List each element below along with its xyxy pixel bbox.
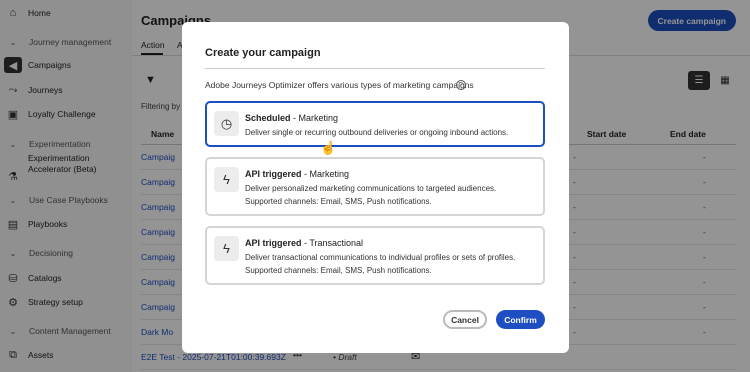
- dialog-description: Adobe Journeys Optimizer offers various …: [205, 80, 474, 90]
- card-title: API triggered - Transactional: [245, 238, 364, 248]
- clock-icon: ◷: [214, 111, 239, 136]
- card-title: API triggered - Marketing: [245, 169, 350, 179]
- confirm-button[interactable]: Confirm: [496, 310, 545, 329]
- card-description: Deliver personalized marketing communica…: [245, 184, 497, 206]
- dialog-divider: [205, 68, 545, 69]
- card-description: Deliver transactional communications to …: [245, 253, 516, 275]
- campaign-type-api-triggered-transactional[interactable]: ϟ API triggered - Transactional Deliver …: [205, 226, 545, 285]
- lightning-icon: ϟ: [214, 167, 239, 192]
- help-icon[interactable]: ?: [456, 80, 466, 90]
- campaign-type-scheduled-marketing[interactable]: ◷ Scheduled - Marketing Deliver single o…: [205, 101, 545, 147]
- campaign-type-api-triggered-marketing[interactable]: ϟ API triggered - Marketing Deliver pers…: [205, 157, 545, 216]
- dialog-title: Create your campaign: [205, 47, 321, 59]
- hand-cursor-icon: ☝: [320, 140, 337, 155]
- create-campaign-dialog: Create your campaign Adobe Journeys Opti…: [182, 22, 569, 353]
- lightning-icon: ϟ: [214, 236, 239, 261]
- card-title: Scheduled - Marketing: [245, 113, 339, 123]
- cancel-button[interactable]: Cancel: [443, 310, 487, 329]
- card-description: Deliver single or recurring outbound del…: [245, 128, 509, 137]
